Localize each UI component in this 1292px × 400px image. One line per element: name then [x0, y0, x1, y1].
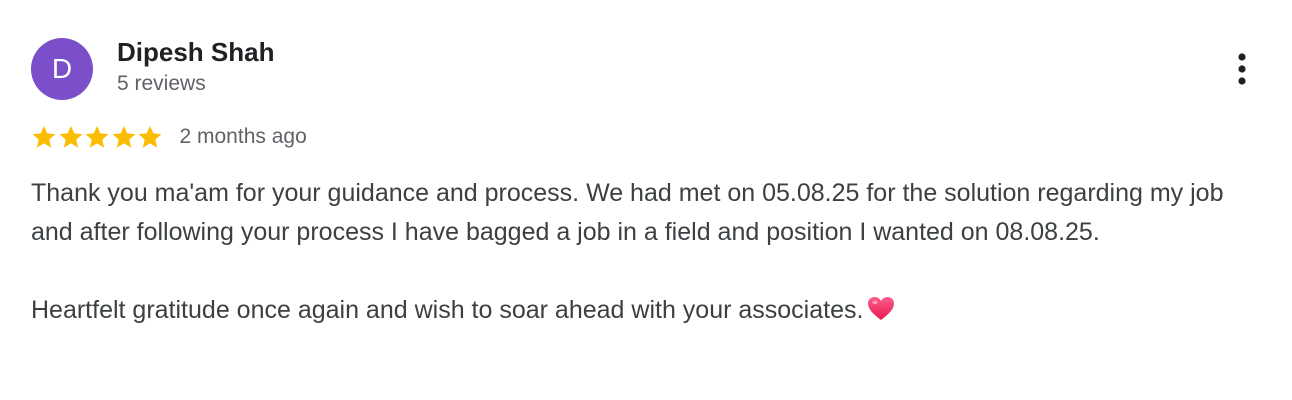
- star-icon: [138, 125, 162, 148]
- star-icon: [112, 125, 135, 148]
- review-paragraph-1: Thank you ma'am for your guidance and pr…: [31, 179, 1224, 246]
- review-text: Thank you ma'am for your guidance and pr…: [31, 174, 1261, 330]
- reviewer-review-count: 5 reviews: [117, 72, 206, 95]
- star-icon: [85, 125, 109, 148]
- review-card: D Dipesh Shah 5 reviews 2 months ago Tha…: [0, 0, 1292, 400]
- more-vert-icon: [1238, 53, 1246, 85]
- reviewer-name[interactable]: Dipesh Shah: [117, 37, 274, 67]
- star-icon: [59, 125, 82, 148]
- avatar[interactable]: D: [31, 38, 93, 100]
- more-options-button[interactable]: [1228, 50, 1256, 88]
- review-date: 2 months ago: [179, 125, 307, 148]
- star-icon: [32, 125, 56, 148]
- rating-row: 2 months ago: [31, 122, 307, 152]
- star-rating: [31, 124, 164, 150]
- review-paragraph-2: Heartfelt gratitude once again and wish …: [31, 296, 864, 324]
- avatar-letter: D: [51, 53, 73, 84]
- review-paragraph-2-line: Heartfelt gratitude once again and wish …: [31, 291, 1261, 330]
- heart-icon: [868, 297, 895, 320]
